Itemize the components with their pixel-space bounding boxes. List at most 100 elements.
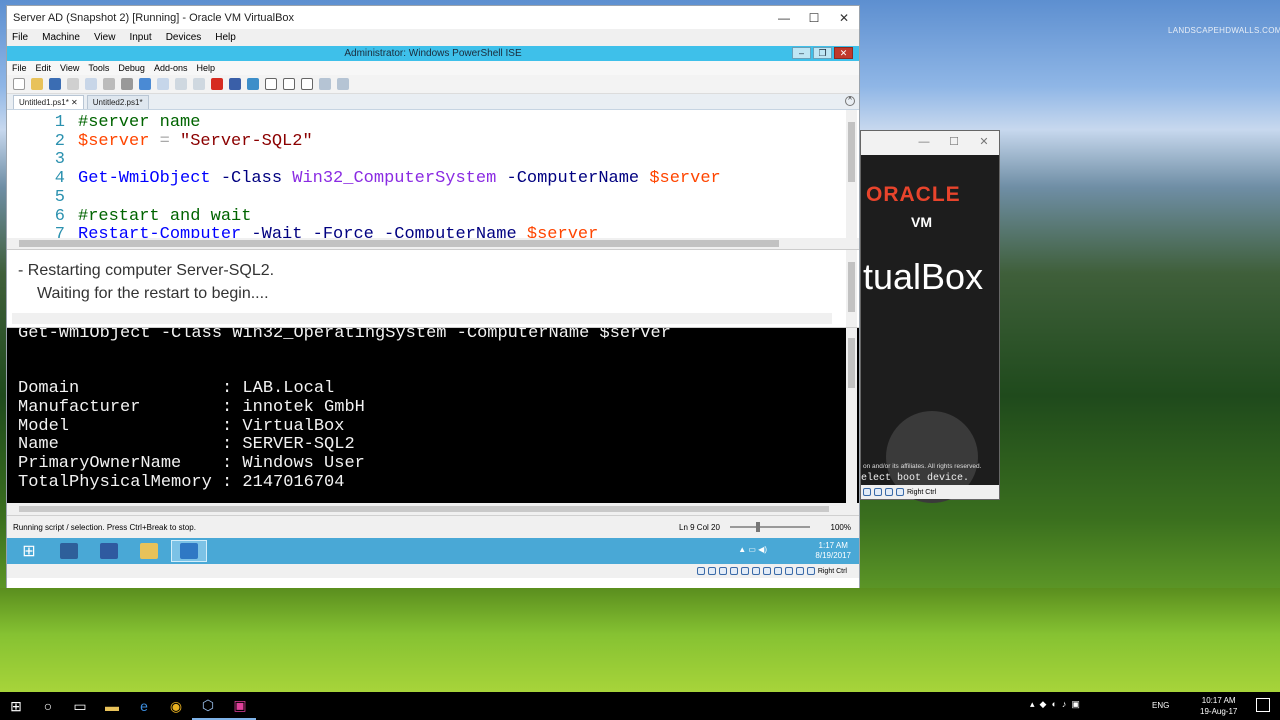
guest-tray-icons[interactable]: ▲ ▭ ◀) xyxy=(738,545,767,554)
console-horizontal-scrollbar[interactable] xyxy=(7,503,859,515)
task-view-button[interactable]: ▭ xyxy=(64,692,96,720)
menu-view[interactable]: View xyxy=(94,32,116,43)
vm-window-button[interactable]: ▣ xyxy=(224,692,256,720)
zoom-slider[interactable] xyxy=(730,522,810,532)
network-icon[interactable] xyxy=(896,488,904,496)
keyboard-icon[interactable] xyxy=(806,567,815,575)
edge-button[interactable]: e xyxy=(128,692,160,720)
network-icon[interactable] xyxy=(729,567,738,575)
output-vertical-scrollbar[interactable] xyxy=(846,250,857,327)
guest-clock[interactable]: 1:17 AM 8/19/2017 xyxy=(815,541,851,561)
input-language[interactable]: ENG xyxy=(1152,701,1169,710)
ise-menu-view[interactable]: View xyxy=(60,63,79,73)
minimize-icon[interactable]: — xyxy=(769,11,799,25)
guest-date: 8/19/2017 xyxy=(815,551,851,560)
save-icon[interactable] xyxy=(49,78,61,90)
script-editor[interactable]: 1 2 3 4 5 6 7 #server name $server = "Ser… xyxy=(7,110,859,250)
console-vertical-scrollbar[interactable] xyxy=(846,328,857,503)
scroll-thumb[interactable] xyxy=(848,338,855,388)
virtualbox-vm-window[interactable]: Server AD (Snapshot 2) [Running] - Oracl… xyxy=(6,5,860,588)
file-explorer-button[interactable]: ▬ xyxy=(96,692,128,720)
menu-devices[interactable]: Devices xyxy=(166,32,202,43)
stop-icon[interactable] xyxy=(211,78,223,90)
console-pane[interactable]: Get-WmiObject -Class Win32_OperatingSyst… xyxy=(7,328,859,503)
menu-help[interactable]: Help xyxy=(215,32,236,43)
video-capture-icon[interactable] xyxy=(773,567,782,575)
host-clock[interactable]: 10:17 AM 19-Aug-17 xyxy=(1200,695,1237,717)
scroll-thumb[interactable] xyxy=(19,240,779,247)
ise-menu-addons[interactable]: Add-ons xyxy=(154,63,188,73)
close-icon[interactable]: ✕ xyxy=(834,47,853,59)
display-icon[interactable] xyxy=(762,567,771,575)
host-tray-icons[interactable]: ▴◆◐♪▣ xyxy=(1030,699,1085,710)
maximize-icon[interactable]: ☐ xyxy=(939,131,969,155)
powershell-icon[interactable] xyxy=(247,78,259,90)
virtualbox-splash-window[interactable]: — ☐ ✕ ORACLE VM tualBox on and/or its af… xyxy=(860,130,1000,503)
ise-menu-edit[interactable]: Edit xyxy=(36,63,52,73)
scroll-thumb[interactable] xyxy=(19,506,829,512)
close-icon[interactable]: ✕ xyxy=(71,98,78,107)
optical-icon[interactable] xyxy=(874,488,882,496)
search-circle-icon: ○ xyxy=(43,698,53,714)
close-icon[interactable]: ✕ xyxy=(829,11,859,25)
ise-menu-file[interactable]: File xyxy=(12,63,27,73)
layout-max-icon[interactable] xyxy=(301,78,313,90)
run-icon[interactable] xyxy=(175,78,187,90)
maximize-icon[interactable]: ☐ xyxy=(799,11,829,25)
audio-icon[interactable] xyxy=(718,567,727,575)
hard-disk-icon[interactable] xyxy=(696,567,705,575)
menu-machine[interactable]: Machine xyxy=(42,32,80,43)
disk-icon[interactable] xyxy=(863,488,871,496)
scroll-thumb[interactable] xyxy=(848,122,855,182)
guest-start-button[interactable]: ⊞ xyxy=(11,540,47,562)
open-folder-icon[interactable] xyxy=(31,78,43,90)
run-selection-icon[interactable] xyxy=(193,78,205,90)
close-icon[interactable]: ✕ xyxy=(969,131,999,155)
minimize-icon[interactable]: — xyxy=(909,131,939,155)
editor-vertical-scrollbar[interactable] xyxy=(846,110,857,249)
menu-file[interactable]: File xyxy=(12,32,28,43)
script-code[interactable]: #server name $server = "Server-SQL2" Get-… xyxy=(78,113,721,245)
new-file-icon[interactable] xyxy=(13,78,25,90)
shared-folders-icon[interactable] xyxy=(751,567,760,575)
ise-menu-debug[interactable]: Debug xyxy=(118,63,145,73)
menu-input[interactable]: Input xyxy=(129,32,151,43)
remote-powershell-icon[interactable] xyxy=(229,78,241,90)
restore-icon[interactable]: ❐ xyxy=(813,47,832,59)
optical-drive-icon[interactable] xyxy=(707,567,716,575)
cortana-button[interactable]: ○ xyxy=(32,692,64,720)
show-addon-icon[interactable] xyxy=(337,78,349,90)
tab-untitled1[interactable]: Untitled1.ps1* ✕ xyxy=(13,95,84,109)
minimize-icon[interactable]: – xyxy=(792,47,811,59)
usb-icon[interactable] xyxy=(885,488,893,496)
show-commands-icon[interactable] xyxy=(319,78,331,90)
ise-menu-tools[interactable]: Tools xyxy=(88,63,109,73)
usb-icon[interactable] xyxy=(740,567,749,575)
cpu-icon[interactable] xyxy=(784,567,793,575)
ise-menu-help[interactable]: Help xyxy=(196,63,215,73)
virtualbox-button[interactable]: ⬡ xyxy=(192,692,224,720)
layout-top-icon[interactable] xyxy=(265,78,277,90)
redo-icon[interactable] xyxy=(157,78,169,90)
guest-ise-button[interactable] xyxy=(171,540,207,562)
collapse-script-pane-icon[interactable]: ^ xyxy=(845,96,855,106)
guest-powershell-button[interactable] xyxy=(91,540,127,562)
clear-icon[interactable] xyxy=(121,78,133,90)
chrome-button[interactable]: ◉ xyxy=(160,692,192,720)
ise-script-tabs: Untitled1.ps1* ✕ Untitled2.ps1* ^ xyxy=(7,94,859,110)
guest-explorer-button[interactable] xyxy=(131,540,167,562)
editor-horizontal-scrollbar[interactable] xyxy=(7,238,859,249)
start-button[interactable]: ⊞ xyxy=(0,692,32,720)
layout-right-icon[interactable] xyxy=(283,78,295,90)
tab-untitled2[interactable]: Untitled2.ps1* xyxy=(86,95,149,109)
guest-display[interactable]: Administrator: Windows PowerShell ISE – … xyxy=(7,46,859,588)
scroll-thumb[interactable] xyxy=(848,262,855,312)
paste-icon[interactable] xyxy=(103,78,115,90)
mouse-integration-icon[interactable] xyxy=(795,567,804,575)
copy-icon[interactable] xyxy=(85,78,97,90)
zoom-slider-handle[interactable] xyxy=(756,522,760,532)
cut-icon[interactable] xyxy=(67,78,79,90)
action-center-icon[interactable] xyxy=(1256,698,1270,712)
guest-server-manager-button[interactable] xyxy=(51,540,87,562)
undo-icon[interactable] xyxy=(139,78,151,90)
